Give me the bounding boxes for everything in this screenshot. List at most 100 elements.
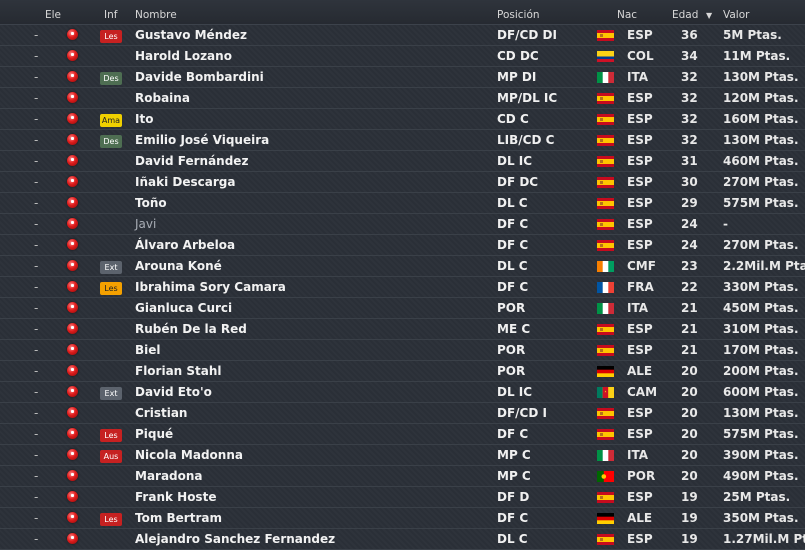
ele-marker[interactable]: - <box>34 25 44 45</box>
player-name[interactable]: Tom Bertram <box>135 508 222 528</box>
player-name[interactable]: Harold Lozano <box>135 46 232 66</box>
col-header-inf[interactable]: Inf <box>104 9 117 21</box>
player-name[interactable]: Cristian <box>135 403 187 423</box>
status-badge[interactable]: Ext <box>100 261 122 274</box>
table-row[interactable]: - Des Emilio José Viqueira LIB/CD C ESP 32 130… <box>0 130 805 151</box>
table-row[interactable]: - Javi DF C ESP 24 - <box>0 214 805 235</box>
table-row[interactable]: - Robaina MP/DL IC ESP 32 120M Ptas. <box>0 88 805 109</box>
table-row[interactable]: - Les Ibrahima Sory Camara DF C FRA 22 330M Pt… <box>0 277 805 298</box>
player-status-dot-icon[interactable] <box>67 50 78 61</box>
table-row[interactable]: - Toño DL C ESP 29 575M Ptas. <box>0 193 805 214</box>
player-status-dot-icon[interactable] <box>67 449 78 460</box>
status-badge[interactable]: Aus <box>100 450 122 463</box>
player-status-dot-icon[interactable] <box>67 344 78 355</box>
ele-marker[interactable]: - <box>34 361 44 381</box>
table-row[interactable]: - Les Piqué DF C ESP 20 575M Ptas. <box>0 424 805 445</box>
table-row[interactable]: - Cristian DF/CD I ESP 20 130M Ptas. <box>0 403 805 424</box>
status-badge[interactable]: Les <box>100 513 122 526</box>
ele-marker[interactable]: - <box>34 172 44 192</box>
table-row[interactable]: - David Fernández DL IC ESP 31 460M Ptas. <box>0 151 805 172</box>
col-header-ele[interactable]: Ele <box>45 9 61 21</box>
ele-marker[interactable]: - <box>34 298 44 318</box>
player-name[interactable]: Maradona <box>135 466 203 486</box>
ele-marker[interactable]: - <box>34 403 44 423</box>
player-status-dot-icon[interactable] <box>67 323 78 334</box>
ele-marker[interactable]: - <box>34 466 44 486</box>
player-name[interactable]: Biel <box>135 340 161 360</box>
player-status-dot-icon[interactable] <box>67 176 78 187</box>
table-row[interactable]: - Maradona MP C POR 20 490M Ptas. <box>0 466 805 487</box>
table-row[interactable]: - Iñaki Descarga DF DC ESP 30 270M Ptas. <box>0 172 805 193</box>
player-status-dot-icon[interactable] <box>67 218 78 229</box>
col-header-nationality[interactable]: Nac <box>617 9 637 21</box>
player-name[interactable]: Gianluca Curci <box>135 298 232 318</box>
table-row[interactable]: - Rubén De la Red ME C ESP 21 310M Ptas. <box>0 319 805 340</box>
table-row[interactable]: - Florian Stahl POR ALE 20 200M Ptas. <box>0 361 805 382</box>
ele-marker[interactable]: - <box>34 256 44 276</box>
ele-marker[interactable]: - <box>34 67 44 87</box>
player-status-dot-icon[interactable] <box>67 197 78 208</box>
player-status-dot-icon[interactable] <box>67 533 78 544</box>
ele-marker[interactable]: - <box>34 340 44 360</box>
status-badge[interactable]: Ama <box>100 114 122 127</box>
player-name[interactable]: Iñaki Descarga <box>135 172 235 192</box>
ele-marker[interactable]: - <box>34 508 44 528</box>
col-header-age[interactable]: Edad <box>672 9 698 21</box>
ele-marker[interactable]: - <box>34 88 44 108</box>
ele-marker[interactable]: - <box>34 277 44 297</box>
ele-marker[interactable]: - <box>34 319 44 339</box>
player-status-dot-icon[interactable] <box>67 386 78 397</box>
player-name[interactable]: Javi <box>135 214 156 234</box>
col-header-name[interactable]: Nombre <box>135 9 177 21</box>
table-row[interactable]: - Des Davide Bombardini MP DI ITA 32 130M Ptas… <box>0 67 805 88</box>
table-row[interactable]: - Ama Ito CD C ESP 32 160M Ptas. <box>0 109 805 130</box>
player-name[interactable]: Piqué <box>135 424 173 444</box>
table-row[interactable]: - Aus Nicola Madonna MP C ITA 20 390M Ptas. <box>0 445 805 466</box>
player-name[interactable]: Álvaro Arbeloa <box>135 235 235 255</box>
player-status-dot-icon[interactable] <box>67 134 78 145</box>
ele-marker[interactable]: - <box>34 487 44 507</box>
player-name[interactable]: Robaina <box>135 88 190 108</box>
player-status-dot-icon[interactable] <box>67 29 78 40</box>
status-badge[interactable]: Des <box>100 72 122 85</box>
player-status-dot-icon[interactable] <box>67 281 78 292</box>
player-status-dot-icon[interactable] <box>67 113 78 124</box>
ele-marker[interactable]: - <box>34 235 44 255</box>
ele-marker[interactable]: - <box>34 424 44 444</box>
ele-marker[interactable]: - <box>34 529 44 549</box>
player-status-dot-icon[interactable] <box>67 239 78 250</box>
status-badge[interactable]: Les <box>100 282 122 295</box>
ele-marker[interactable]: - <box>34 193 44 213</box>
table-row[interactable]: - Les Tom Bertram DF C ALE 19 350M Ptas. <box>0 508 805 529</box>
ele-marker[interactable]: - <box>34 445 44 465</box>
player-name[interactable]: Rubén De la Red <box>135 319 247 339</box>
status-badge[interactable]: Ext <box>100 387 122 400</box>
table-row[interactable]: - Ext Arouna Koné DL C CMF 23 2.2Mil.M Ptas. <box>0 256 805 277</box>
status-badge[interactable]: Des <box>100 135 122 148</box>
player-status-dot-icon[interactable] <box>67 512 78 523</box>
col-header-position[interactable]: Posición <box>497 9 540 21</box>
table-row[interactable]: - Les Gustavo Méndez DF/CD DI ESP 36 5M Ptas. <box>0 25 805 46</box>
table-row[interactable]: - Harold Lozano CD DC COL 34 11M Ptas. <box>0 46 805 67</box>
player-name[interactable]: Emilio José Viqueira <box>135 130 269 150</box>
ele-marker[interactable]: - <box>34 130 44 150</box>
table-row[interactable]: - Gianluca Curci POR ITA 21 450M Ptas. <box>0 298 805 319</box>
player-status-dot-icon[interactable] <box>67 470 78 481</box>
player-status-dot-icon[interactable] <box>67 92 78 103</box>
player-name[interactable]: Ito <box>135 109 153 129</box>
player-name[interactable]: Gustavo Méndez <box>135 25 247 45</box>
status-badge[interactable]: Les <box>100 429 122 442</box>
player-status-dot-icon[interactable] <box>67 71 78 82</box>
ele-marker[interactable]: - <box>34 46 44 66</box>
player-name[interactable]: Toño <box>135 193 167 213</box>
player-status-dot-icon[interactable] <box>67 491 78 502</box>
player-status-dot-icon[interactable] <box>67 407 78 418</box>
player-status-dot-icon[interactable] <box>67 365 78 376</box>
player-name[interactable]: David Eto'o <box>135 382 212 402</box>
player-name[interactable]: Ibrahima Sory Camara <box>135 277 286 297</box>
ele-marker[interactable]: - <box>34 382 44 402</box>
table-row[interactable]: - Frank Hoste DF D ESP 19 25M Ptas. <box>0 487 805 508</box>
player-name[interactable]: Frank Hoste <box>135 487 216 507</box>
table-row[interactable]: - Ext David Eto'o DL IC CAM 20 600M Ptas. <box>0 382 805 403</box>
ele-marker[interactable]: - <box>34 109 44 129</box>
